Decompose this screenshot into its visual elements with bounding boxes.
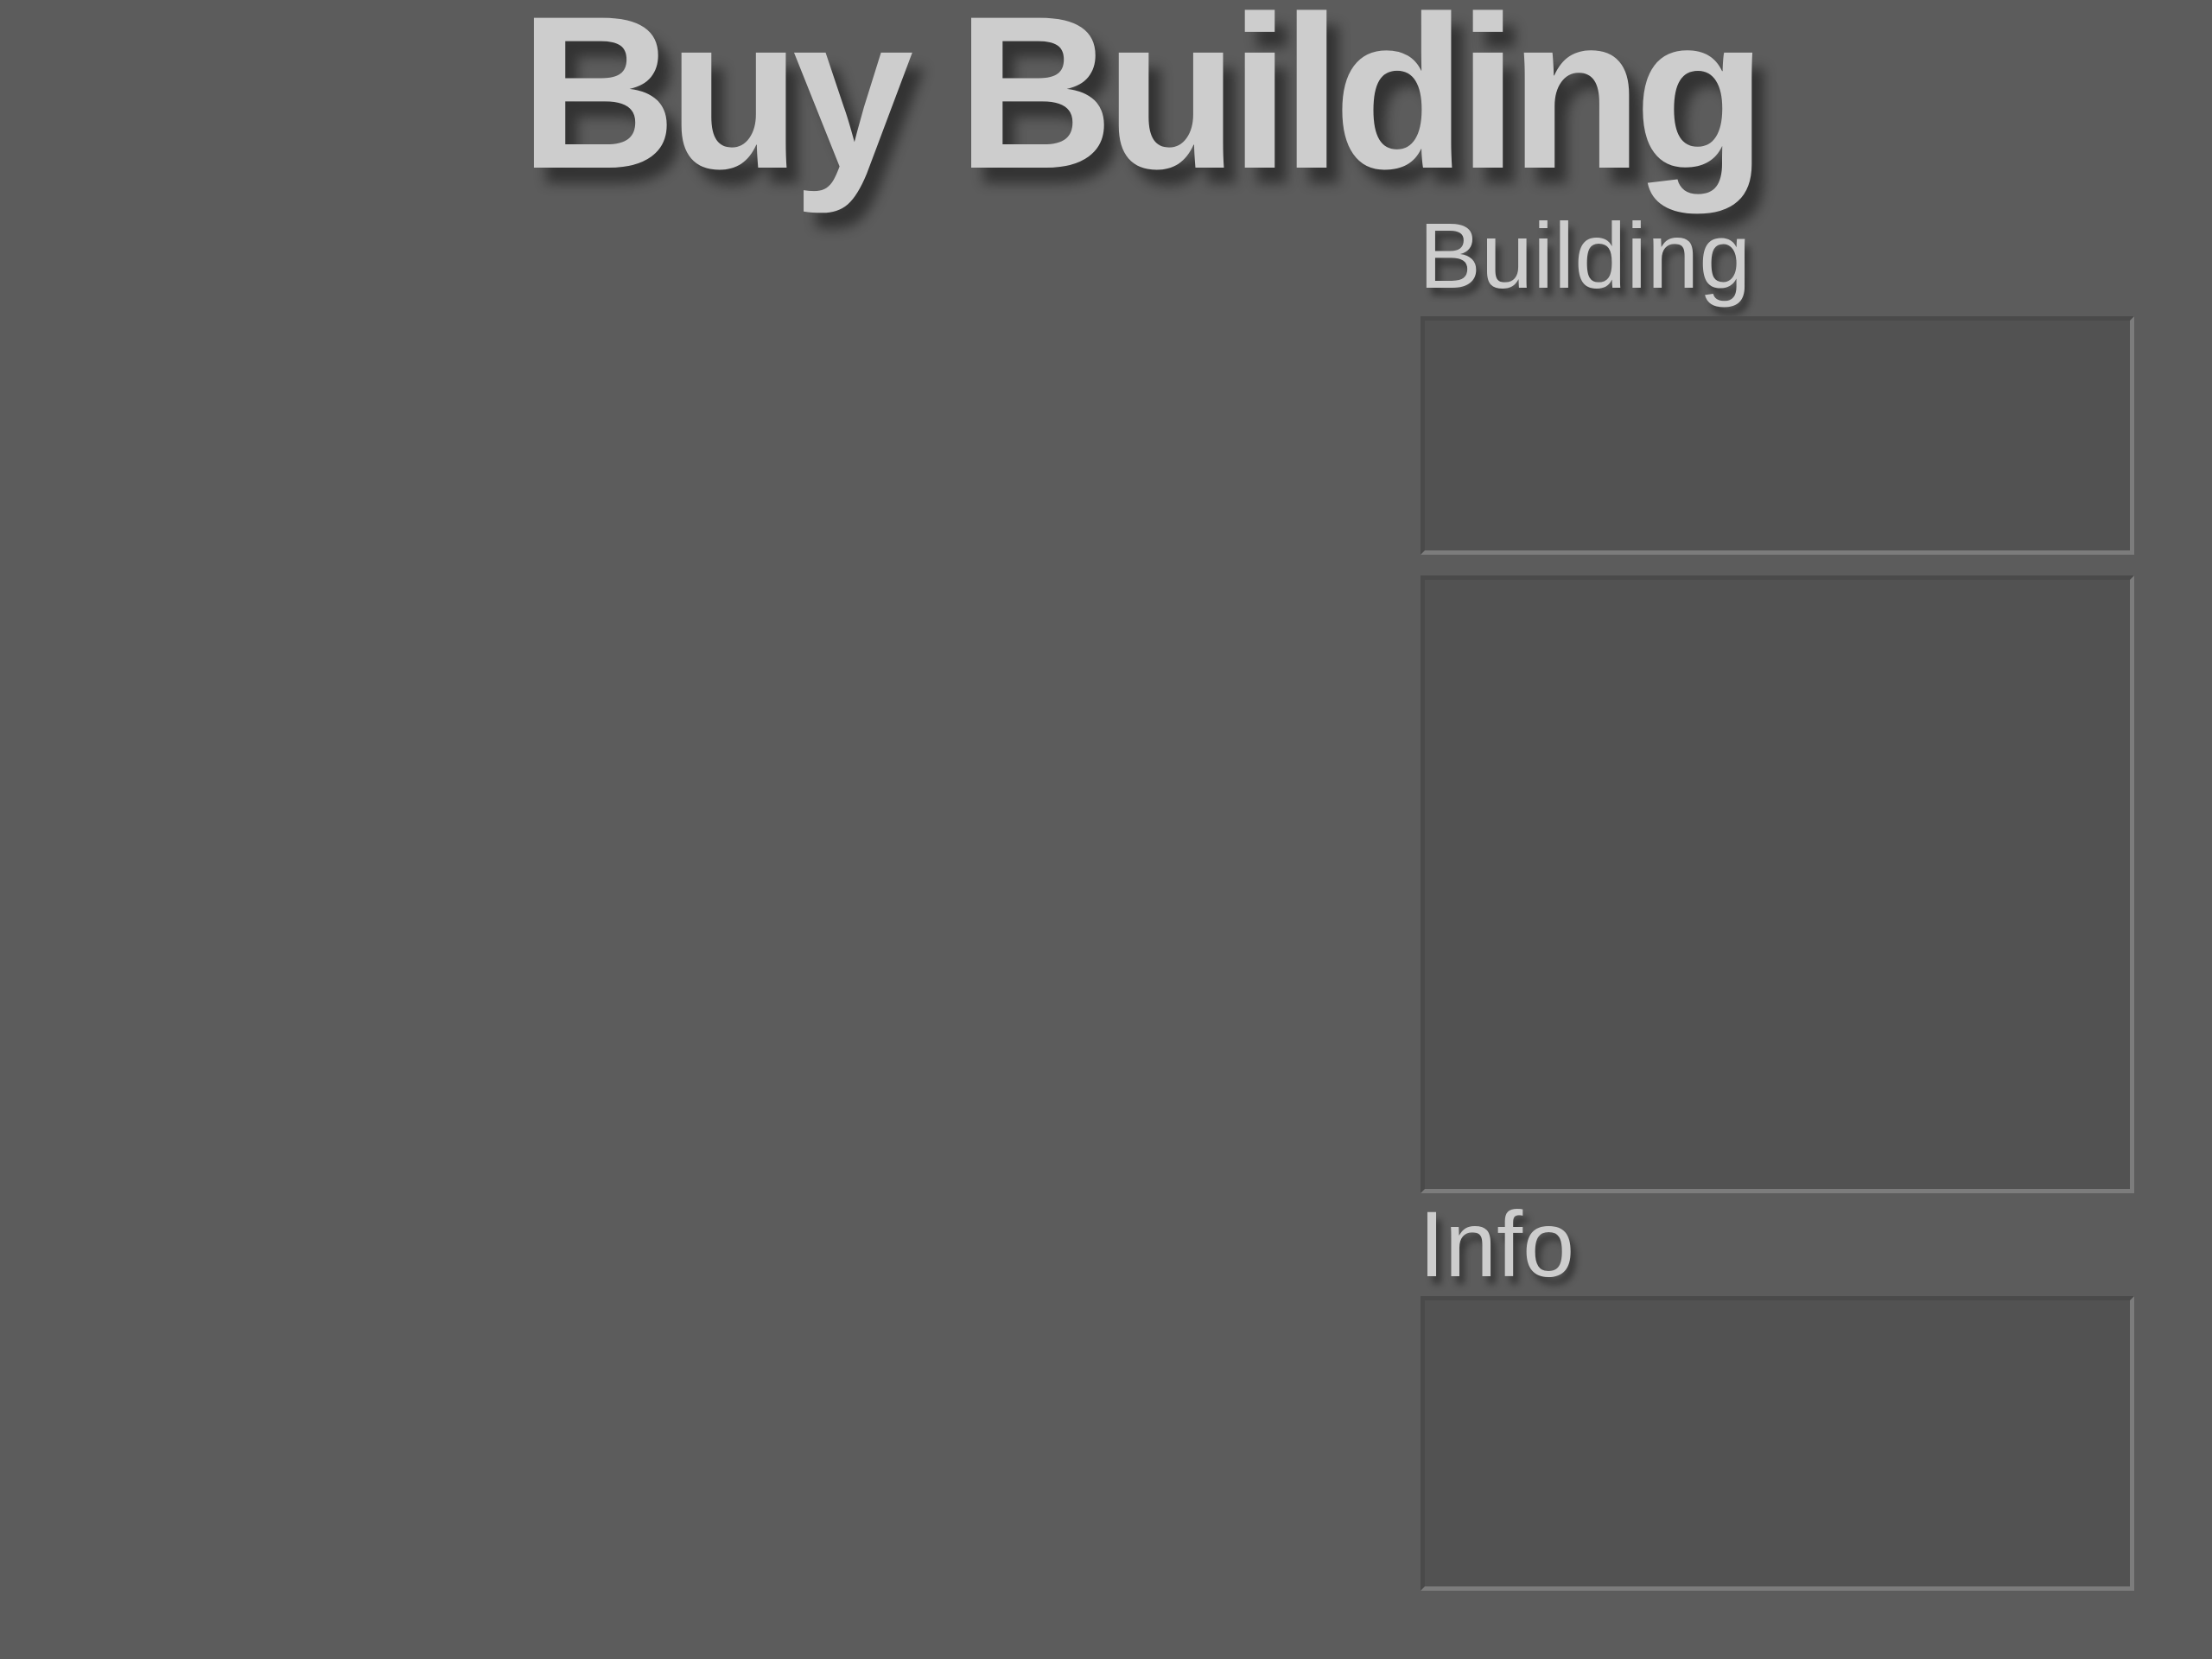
building-section-label: Building [1419, 203, 1751, 308]
building-preview-panel [1421, 316, 2134, 555]
info-section-label: Info [1419, 1192, 1575, 1296]
building-list-panel[interactable] [1421, 575, 2134, 1193]
info-panel [1421, 1296, 2134, 1591]
page-title: Buy Building [519, 0, 1767, 214]
